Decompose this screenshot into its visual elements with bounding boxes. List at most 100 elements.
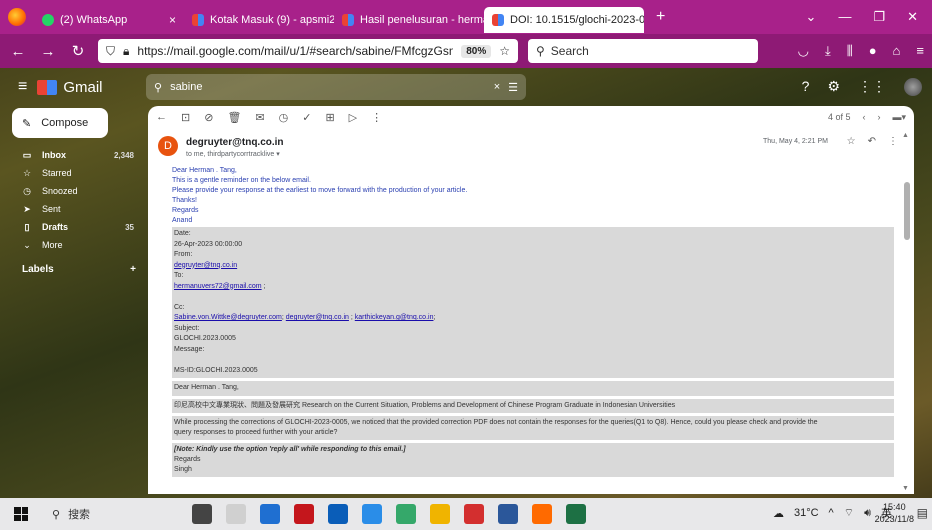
cc-link[interactable]: karthickeyan.g@tnq.co.in (355, 314, 434, 321)
back-arrow-icon[interactable]: ← (156, 111, 167, 123)
forward-button[interactable]: → (38, 43, 58, 60)
sidebar-item-starred[interactable]: ☆ Starred (0, 164, 140, 182)
recipients-line[interactable]: to me, thirdpartycorrtracklive ▾ (186, 150, 280, 158)
gmail-logo[interactable]: Gmail (37, 79, 103, 96)
downloads-icon[interactable]: ⤓ (825, 43, 831, 59)
archive-icon[interactable]: ⊡ (181, 111, 190, 124)
mail-search-input[interactable]: ⚲ sabine × ☰ (146, 74, 526, 100)
clock-icon: ◷ (23, 185, 31, 196)
weather-icon[interactable]: ☁ (773, 507, 784, 520)
word-icon[interactable] (498, 504, 518, 524)
report-spam-icon[interactable]: ⊘ (204, 111, 213, 124)
edge-icon[interactable] (362, 504, 382, 524)
feishu-icon[interactable] (396, 504, 416, 524)
excel-icon[interactable] (566, 504, 586, 524)
photo-app-icon[interactable] (294, 504, 314, 524)
to-link[interactable]: hermanuvers72@gmail.com (174, 283, 262, 290)
maximize-button[interactable]: ❐ (873, 9, 885, 25)
sidebar-item-inbox[interactable]: ▭ Inbox 2,348 (0, 146, 140, 164)
task-view-icon[interactable] (226, 504, 246, 524)
library-icon[interactable]: ⫼ (847, 43, 853, 59)
account-icon[interactable]: ● (869, 43, 877, 59)
scroll-thumb[interactable] (904, 182, 910, 240)
sidebar-item-drafts[interactable]: ▯ Drafts 35 (0, 218, 140, 236)
zoom-badge[interactable]: 80% (461, 44, 492, 58)
menu-icon[interactable]: ≡ (916, 43, 924, 59)
body-line: Anand (172, 217, 193, 224)
close-tab-icon[interactable]: × (163, 13, 176, 27)
add-task-icon[interactable]: ✓ (302, 111, 311, 124)
minimize-button[interactable]: — (838, 9, 851, 25)
main-menu-icon[interactable]: ≡ (18, 78, 27, 96)
delete-icon[interactable]: 🗑︎ (227, 111, 241, 124)
tab-whatsapp[interactable]: (2) WhatsApp × (34, 7, 184, 33)
help-icon[interactable]: ? (802, 78, 810, 96)
wifi-icon[interactable]: ⌔ (844, 506, 854, 520)
star-icon[interactable]: ☆ (847, 136, 856, 147)
volume-icon[interactable]: 🔊︎ (864, 507, 871, 520)
add-label-icon[interactable]: + (130, 264, 136, 275)
url-bar[interactable]: ⛉ 🔒︎ https://mail.google.com/mail/u/1/#s… (98, 39, 518, 63)
tab-hasil-penelusuran[interactable]: Hasil penelusuran - hermanc × (334, 7, 484, 33)
taskbar-search[interactable]: ⚲ 搜索 (52, 506, 90, 522)
bookmark-star-icon[interactable]: ☆ (499, 44, 510, 58)
file-explorer-icon[interactable] (430, 504, 450, 524)
newer-chevron-icon[interactable]: ‹ (862, 112, 865, 122)
reply-icon[interactable]: ↶ (868, 136, 876, 147)
game-app-icon[interactable] (192, 504, 212, 524)
lock-icon[interactable]: 🔒︎ (123, 44, 129, 59)
notification-icon[interactable]: ▤ (917, 506, 928, 520)
tab-list-icon[interactable]: ⌄ (806, 9, 817, 25)
taskbar-clock[interactable]: 15:40 2023/11/8 (875, 501, 914, 525)
mark-unread-icon[interactable]: ✉︎ (255, 111, 264, 124)
snooze-icon[interactable]: ◷ (279, 111, 289, 124)
settings-gear-icon[interactable]: ⚙ (827, 78, 840, 96)
tray-chevron-icon[interactable]: ^ (829, 507, 834, 519)
close-window-button[interactable]: ✕ (907, 9, 918, 25)
cc-link[interactable]: Sabine.von.Wittke@degruyter.com (174, 314, 282, 321)
sender-address[interactable]: degruyter@tnq.co.in (186, 137, 284, 148)
compose-button[interactable]: ✎ Compose (12, 108, 108, 138)
message-toolbar: ← ⊡ ⊘ 🗑︎ ✉︎ ◷ ✓ ⊞ ▷ ⋮ 4 of 5 ‹ › ▬▾ (148, 106, 914, 128)
label-icon[interactable]: ▷ (349, 111, 357, 124)
reload-button[interactable]: ↻ (68, 42, 88, 60)
shield-icon[interactable]: ⛉ (106, 44, 115, 59)
cc-link[interactable]: degruyter@tnq.co.in (286, 314, 349, 321)
sidebar-item-snoozed[interactable]: ◷ Snoozed (0, 182, 140, 200)
calculator-icon[interactable] (260, 504, 280, 524)
apps-grid-icon[interactable]: ⋮⋮ (858, 78, 886, 96)
extensions-icon[interactable]: ⌂ (893, 43, 901, 59)
pdf-app-icon[interactable] (464, 504, 484, 524)
search-icon[interactable]: ⚲ (154, 81, 162, 94)
back-button[interactable]: ← (8, 43, 28, 60)
url-text[interactable]: https://mail.google.com/mail/u/1/#search… (137, 44, 453, 58)
firefox-icon[interactable] (532, 504, 552, 524)
sidebar-item-sent[interactable]: ➤ Sent (0, 200, 140, 218)
more-options-icon[interactable]: ⋮ (371, 111, 382, 124)
browser-search-input[interactable]: ⚲ Search (528, 39, 758, 63)
search-icon: ⚲ (52, 508, 61, 521)
move-to-icon[interactable]: ⊞ (325, 111, 334, 124)
search-query[interactable]: sabine (170, 81, 486, 93)
tab-doi-active[interactable]: DOI: 10.1515/glochi-2023-00 × (484, 7, 644, 33)
windows-start-icon[interactable] (14, 507, 28, 521)
message-scrollbar[interactable]: ▲ ▼ (902, 132, 912, 492)
search-options-icon[interactable]: ☰ (508, 81, 518, 94)
mail-app-icon[interactable] (328, 504, 348, 524)
input-tools-icon[interactable]: ▬▾ (892, 112, 906, 123)
clear-search-icon[interactable]: × (494, 81, 500, 93)
firefox-logo-icon[interactable] (8, 8, 26, 26)
pocket-icon[interactable]: ◡ (798, 43, 809, 59)
sender-avatar[interactable]: D (158, 136, 178, 156)
tab-kotak-masuk[interactable]: Kotak Masuk (9) - apsmi202 × (184, 7, 334, 33)
new-tab-button[interactable]: + (656, 8, 665, 26)
older-chevron-icon[interactable]: › (877, 112, 880, 122)
scroll-down-icon[interactable]: ▼ (902, 485, 909, 492)
sidebar-item-more[interactable]: ⌄ More (0, 236, 140, 254)
from-link[interactable]: degruyter@tnq.co.in (174, 262, 237, 269)
account-avatar[interactable] (904, 78, 922, 96)
window-controls: ⌄ — ❐ ✕ (806, 9, 932, 25)
more-vert-icon[interactable]: ⋮ (888, 136, 898, 147)
temperature[interactable]: 31°C (794, 507, 819, 519)
scroll-up-icon[interactable]: ▲ (902, 132, 909, 139)
